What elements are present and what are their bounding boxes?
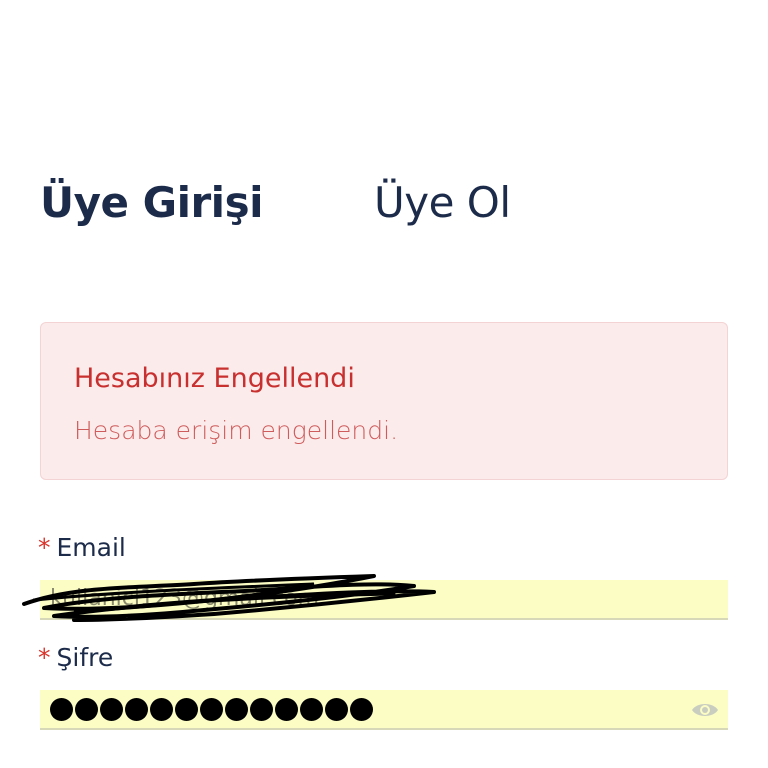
password-dot bbox=[250, 698, 273, 721]
eye-icon[interactable] bbox=[690, 696, 720, 724]
auth-tabs: Üye Girişi Üye Ol bbox=[40, 178, 740, 238]
redaction-scribble bbox=[22, 574, 436, 622]
password-dot bbox=[75, 698, 98, 721]
password-dot bbox=[300, 698, 323, 721]
password-label: * Şifre bbox=[38, 643, 113, 672]
password-dot bbox=[175, 698, 198, 721]
password-label-text: Şifre bbox=[56, 643, 114, 672]
tab-register[interactable]: Üye Ol bbox=[374, 178, 511, 227]
password-dot bbox=[350, 698, 373, 721]
password-dot bbox=[50, 698, 73, 721]
password-dot bbox=[325, 698, 348, 721]
email-field[interactable]: kullanici123@gmail.com bbox=[22, 574, 728, 622]
error-alert: Hesabınız Engellendi Hesaba erişim engel… bbox=[40, 322, 728, 480]
tab-login[interactable]: Üye Girişi bbox=[40, 178, 263, 227]
required-mark: * bbox=[38, 533, 51, 562]
password-dot bbox=[275, 698, 298, 721]
password-dot bbox=[225, 698, 248, 721]
password-field[interactable] bbox=[40, 690, 728, 730]
password-mask bbox=[50, 698, 373, 721]
password-dot bbox=[125, 698, 148, 721]
required-mark: * bbox=[38, 643, 51, 672]
email-label: * Email bbox=[38, 533, 126, 562]
password-dot bbox=[150, 698, 173, 721]
alert-message: Hesaba erişim engellendi. bbox=[74, 416, 399, 445]
password-dot bbox=[100, 698, 123, 721]
password-dot bbox=[200, 698, 223, 721]
email-label-text: Email bbox=[56, 533, 126, 562]
alert-title: Hesabınız Engellendi bbox=[74, 363, 355, 394]
login-screen: Üye Girişi Üye Ol Hesabınız Engellendi H… bbox=[0, 0, 768, 768]
